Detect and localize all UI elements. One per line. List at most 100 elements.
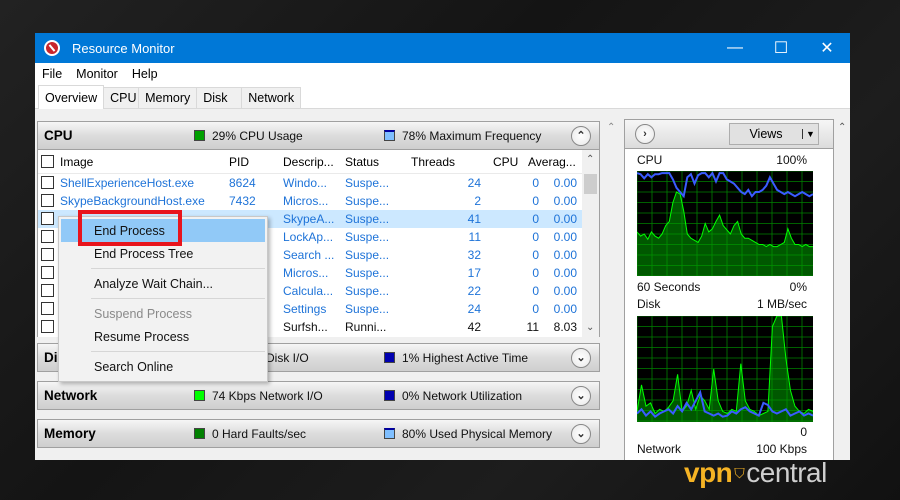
- tab-cpu[interactable]: CPU: [103, 87, 140, 108]
- disk-io-text: Disk I/O: [266, 350, 309, 365]
- table-header: Image PID Descrip... Status Threads CPU …: [38, 150, 599, 174]
- menu-item-resume-process[interactable]: Resume Process: [59, 325, 267, 348]
- views-dropdown[interactable]: Views ▼: [729, 123, 819, 145]
- hard-faults-text: 0 Hard Faults/sec: [212, 426, 307, 441]
- graph-pane-scrollbar[interactable]: ⌃: [835, 119, 850, 460]
- cell-avg: 0.00: [553, 230, 577, 244]
- cpu-section-title: CPU: [44, 128, 73, 143]
- cpu-graph-timespan: 60 Seconds: [637, 280, 701, 294]
- tab-overview[interactable]: Overview: [38, 85, 105, 109]
- col-cpu[interactable]: CPU: [493, 155, 518, 169]
- network-util-swatch-icon: [384, 390, 395, 401]
- row-checkbox[interactable]: [41, 248, 54, 261]
- vpncentral-watermark: vpn ⛉ central: [684, 457, 827, 489]
- table-scrollbar[interactable]: ⌃ ⌄: [582, 150, 599, 337]
- cell-threads: 32: [467, 248, 481, 262]
- menu-item-suspend-process: Suspend Process: [94, 306, 192, 321]
- row-checkbox[interactable]: [41, 176, 54, 189]
- menu-item-search-online[interactable]: Search Online: [59, 355, 267, 378]
- cell-status: Runni...: [345, 320, 387, 334]
- cell-desc: Search ...: [283, 248, 335, 262]
- col-average[interactable]: Averag...: [528, 155, 576, 169]
- cell-avg: 0.00: [553, 248, 577, 262]
- active-time-text: 1% Highest Active Time: [402, 350, 529, 365]
- watermark-vpn: vpn: [684, 457, 733, 488]
- expand-disk-icon[interactable]: ⌄: [571, 347, 591, 368]
- network-io-swatch-icon: [194, 390, 205, 401]
- table-row[interactable]: SkypeBackgroundHost.exe 7432 Micros... Susp…: [38, 192, 599, 210]
- network-util-text: 0% Network Utilization: [402, 388, 523, 403]
- cpu-section-header[interactable]: CPU 29% CPU Usage 78% Maximum Frequency …: [37, 121, 600, 150]
- row-checkbox[interactable]: [41, 302, 54, 315]
- col-image[interactable]: Image: [60, 155, 93, 169]
- cell-pid: 8624: [229, 176, 256, 190]
- col-status[interactable]: Status: [345, 155, 379, 169]
- table-row[interactable]: ShellExperienceHost.exe 8624 Windo... Suspe…: [38, 174, 599, 192]
- cpu-graph-min: 0%: [789, 280, 807, 294]
- disk-graph-min: 0: [800, 425, 807, 439]
- max-frequency-text: 78% Maximum Frequency: [402, 128, 542, 143]
- cell-cpu: 0: [532, 230, 539, 244]
- cell-threads: 22: [467, 284, 481, 298]
- dropdown-arrow-icon: ▼: [802, 129, 818, 139]
- network-section-title: Network: [44, 388, 98, 403]
- select-all-checkbox[interactable]: [41, 155, 54, 168]
- menu-file[interactable]: File: [35, 67, 69, 81]
- row-checkbox[interactable]: [41, 212, 54, 225]
- expand-network-icon[interactable]: ⌄: [571, 385, 591, 406]
- row-checkbox[interactable]: [41, 230, 54, 243]
- minimize-button[interactable]: —: [712, 33, 758, 63]
- usage-area: [637, 316, 813, 422]
- cell-status: Suspe...: [345, 284, 390, 298]
- hard-faults-metric: 0 Hard Faults/sec: [194, 427, 306, 441]
- row-checkbox[interactable]: [41, 284, 54, 297]
- views-label: Views: [749, 127, 783, 141]
- network-utilization-metric: 0% Network Utilization: [384, 389, 522, 403]
- tab-network[interactable]: Network: [241, 87, 302, 108]
- col-description[interactable]: Descrip...: [283, 155, 334, 169]
- cell-avg: 0.00: [553, 176, 577, 190]
- expand-memory-icon[interactable]: ⌄: [571, 423, 591, 444]
- scroll-up-icon[interactable]: ⌃: [586, 154, 594, 165]
- cell-pid: 7432: [229, 194, 256, 208]
- shield-icon: ⛉: [734, 464, 745, 481]
- network-section-header[interactable]: Network 74 Kbps Network I/O 0% Network U…: [37, 381, 600, 410]
- cell-desc: SkypeA...: [283, 212, 335, 226]
- cell-cpu: 11: [526, 320, 539, 334]
- cell-cpu: 0: [532, 194, 539, 208]
- cell-status: Suspe...: [345, 230, 390, 244]
- memory-section-header[interactable]: Memory 0 Hard Faults/sec 80% Used Physic…: [37, 419, 600, 448]
- title-bar[interactable]: Resource Monitor — ☐ ✕: [35, 33, 850, 63]
- tab-bar: Overview CPU Memory Disk Network: [35, 85, 850, 109]
- col-threads[interactable]: Threads: [411, 155, 455, 169]
- row-checkbox[interactable]: [41, 194, 54, 207]
- maximize-button[interactable]: ☐: [758, 33, 804, 63]
- cell-cpu: 0: [532, 266, 539, 280]
- cell-threads: 24: [467, 176, 481, 190]
- network-io-text: 74 Kbps Network I/O: [212, 388, 323, 403]
- menu-monitor[interactable]: Monitor: [69, 67, 125, 81]
- scroll-up-icon[interactable]: ⌃: [607, 122, 615, 133]
- cell-desc: Surfsh...: [283, 320, 328, 334]
- row-checkbox[interactable]: [41, 266, 54, 279]
- menu-help[interactable]: Help: [125, 67, 165, 81]
- row-checkbox[interactable]: [41, 320, 54, 333]
- cell-status: Suspe...: [345, 194, 390, 208]
- tab-memory[interactable]: Memory: [138, 87, 198, 108]
- tab-disk[interactable]: Disk: [196, 87, 243, 108]
- memory-section-title: Memory: [44, 426, 96, 441]
- cell-image: SkypeBackgroundHost.exe: [60, 194, 205, 208]
- cell-cpu: 0: [532, 302, 539, 316]
- menu-item-analyze-wait-chain[interactable]: Analyze Wait Chain...: [59, 272, 267, 295]
- col-pid[interactable]: PID: [229, 155, 249, 169]
- max-frequency-metric: 78% Maximum Frequency: [384, 129, 541, 143]
- cell-status: Suspe...: [345, 212, 390, 226]
- scroll-up-icon[interactable]: ⌃: [838, 122, 846, 133]
- scroll-thumb[interactable]: [584, 174, 597, 194]
- close-button[interactable]: ✕: [804, 33, 850, 63]
- collapse-cpu-icon[interactable]: ⌃: [571, 125, 591, 146]
- scroll-down-icon[interactable]: ⌄: [586, 322, 594, 333]
- left-pane-scrollbar[interactable]: ⌃: [603, 119, 620, 460]
- cell-desc: Settings: [283, 302, 327, 316]
- hide-graphs-icon[interactable]: ›: [635, 124, 655, 144]
